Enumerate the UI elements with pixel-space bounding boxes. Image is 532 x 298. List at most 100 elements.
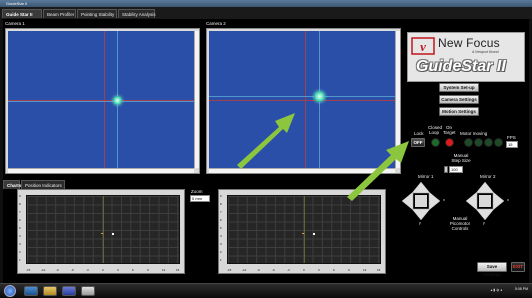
- camera1-vscroll[interactable]: [194, 31, 199, 168]
- main-tab-bar: Guide Star II Beam Profiler Pointing Sta…: [0, 7, 532, 19]
- chart2-xtick: -15: [227, 268, 232, 272]
- closed-loop-led: [431, 138, 440, 147]
- camera1-center-h: [8, 101, 194, 102]
- camera1-hscroll[interactable]: [8, 168, 194, 173]
- tab-stability-analysis[interactable]: Stability Analysis: [118, 9, 156, 18]
- mirror1-up-arrow-icon[interactable]: [411, 181, 431, 194]
- mirror2-label: Mirror 2: [480, 174, 496, 179]
- lock-toggle[interactable]: OFF: [411, 138, 425, 147]
- chart1-ytick: 5: [19, 226, 21, 230]
- tab-charts[interactable]: Charts: [3, 180, 21, 189]
- chart2-ytick: 2: [220, 250, 222, 254]
- system-tray-icons[interactable]: ▴ ▮ ◍ ◂: [491, 288, 502, 292]
- guidestar-taskbar-icon[interactable]: [81, 286, 95, 296]
- chart2-xtick: 6: [333, 268, 335, 272]
- system-setup-button[interactable]: System Set-up: [439, 83, 479, 92]
- chart2-xtick: -9: [257, 268, 260, 272]
- camera1-label: Camera 1: [5, 21, 25, 26]
- ie-taskbar-icon[interactable]: [24, 286, 38, 296]
- window-title: GuideStar II: [6, 1, 28, 6]
- on-target-label: On Target: [443, 125, 456, 135]
- motion-settings-button[interactable]: Motion Settings: [439, 107, 479, 116]
- camera-settings-button[interactable]: Camera Settings: [439, 95, 479, 104]
- camera2-label: Camera 2: [206, 21, 226, 26]
- position-chart-1-point: [112, 233, 114, 235]
- chart1-ytick: 1: [19, 258, 21, 262]
- tab-position-indicators[interactable]: Position Indicators: [21, 180, 65, 189]
- position-chart-1: 9 8 7 6 5 4 3 2 1 -15 -12 -9 -6 -3 0 3 6…: [17, 189, 185, 274]
- chart2-ytick: 7: [220, 210, 222, 214]
- mirror2-dpad[interactable]: [465, 181, 505, 221]
- lock-label: Lock: [414, 131, 424, 136]
- mirror2-up-arrow-icon[interactable]: [475, 181, 495, 194]
- chart1-ytick: 6: [19, 218, 21, 222]
- chart1-ytick: 3: [19, 242, 21, 246]
- logo-brand-text: New Focus: [438, 36, 500, 50]
- chart1-ytick: 7: [19, 210, 21, 214]
- window-titlebar: GuideStar II: [0, 0, 532, 7]
- position-chart-2-point: [313, 233, 315, 235]
- chart1-ytick: 9: [19, 194, 21, 198]
- mirror1-right-arrow-icon[interactable]: [428, 191, 441, 211]
- tab-guide-star[interactable]: Guide Star II: [2, 9, 42, 18]
- position-chart-1-trace: [101, 233, 103, 234]
- chart1-xtick: 9: [147, 268, 149, 272]
- camera1-crosshair-v: [104, 31, 105, 168]
- chart1-xtick: 6: [132, 268, 134, 272]
- word-taskbar-icon[interactable]: [62, 286, 76, 296]
- motor-led-2: [474, 138, 483, 147]
- mirror1-x-label: x: [443, 198, 445, 202]
- mirror2-right-arrow-icon[interactable]: [492, 191, 505, 211]
- chart2-ytick: 1: [220, 258, 222, 262]
- camera1-beam-spot: [113, 96, 122, 105]
- on-target-led: [445, 138, 454, 147]
- annotation-arrow-lock-icon: [347, 141, 409, 201]
- chart1-xtick: 0: [102, 268, 104, 272]
- mirror1-label: Mirror 1: [418, 174, 434, 179]
- chart2-xtick: -3: [287, 268, 290, 272]
- motor-led-4: [494, 138, 503, 147]
- camera1-view[interactable]: [5, 28, 200, 174]
- mirror2-x-label: x: [507, 198, 509, 202]
- os-taskbar: ▴ ▮ ◍ ◂ 5:08 PM: [0, 283, 532, 298]
- position-chart-2-center-line: [304, 196, 305, 263]
- camera2-center-h: [209, 96, 395, 97]
- chart1-xtick: -3: [86, 268, 89, 272]
- tab-pointing-stability[interactable]: Pointing Stability: [77, 9, 117, 18]
- logo-product-text: GuideStar II: [416, 58, 506, 75]
- chart2-ytick: 5: [220, 226, 222, 230]
- chart2-xtick: 15: [377, 268, 381, 272]
- chart2-ytick: 3: [220, 242, 222, 246]
- tab-beam-profiler[interactable]: Beam Profiler: [43, 9, 76, 18]
- explorer-taskbar-icon[interactable]: [43, 286, 57, 296]
- mirror2-left-arrow-icon[interactable]: [465, 191, 478, 211]
- chart2-xtick: 12: [363, 268, 367, 272]
- step-size-input[interactable]: 100: [449, 166, 463, 173]
- exit-button[interactable]: EXIT: [511, 262, 525, 272]
- step-size-label: Manual Step Size: [451, 153, 471, 163]
- chart1-xtick: -15: [26, 268, 31, 272]
- mirror1-down-arrow-icon[interactable]: [411, 208, 431, 221]
- chart1-xtick: -9: [56, 268, 59, 272]
- position-chart-2-trace: [302, 233, 304, 234]
- chart1-xtick: 15: [176, 268, 180, 272]
- camera2-beam-spot: [314, 91, 325, 102]
- camera1-image: [8, 31, 194, 168]
- motor-moving-label: Motor moving: [460, 131, 488, 136]
- camera2-crosshair-v: [305, 31, 306, 168]
- save-settings-button[interactable]: Save Settings: [477, 262, 507, 277]
- zoom-input[interactable]: 0 mm: [190, 195, 210, 202]
- chart2-ytick: 6: [220, 218, 222, 222]
- picomotor-controls-label: Manual Picomotor Controls: [449, 216, 471, 231]
- chart2-ytick: 8: [220, 202, 222, 206]
- chart2-xtick: -12: [242, 268, 247, 272]
- chart2-ytick: 9: [220, 194, 222, 198]
- chart2-xtick: 3: [318, 268, 320, 272]
- mirror2-down-arrow-icon[interactable]: [475, 208, 495, 221]
- logo-tagline: A Newport Brand: [472, 50, 499, 54]
- step-size-spinner[interactable]: [444, 166, 448, 173]
- mirror2-y-label: y: [483, 221, 485, 225]
- chart2-ytick: 4: [220, 234, 222, 238]
- start-button-icon[interactable]: [4, 285, 16, 297]
- tray-clock: 5:08 PM: [514, 287, 528, 291]
